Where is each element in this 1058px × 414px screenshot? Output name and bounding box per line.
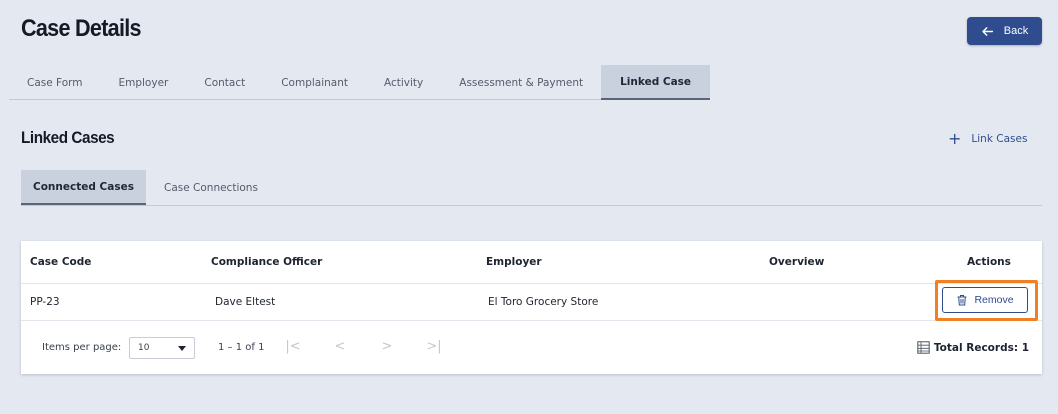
column-header-employer: Employer bbox=[486, 256, 542, 268]
tab-case-connections[interactable]: Case Connections bbox=[146, 170, 276, 205]
first-page-icon[interactable]: |< bbox=[283, 339, 303, 354]
main-tab-bar: Case Form Employer Contact Complainant A… bbox=[9, 65, 711, 100]
tab-activity[interactable]: Activity bbox=[366, 65, 441, 100]
paginator: Items per page: 10 1 – 1 of 1 |< < > >| … bbox=[21, 321, 1042, 374]
column-header-compliance-officer: Compliance Officer bbox=[211, 256, 323, 268]
arrow-left-icon bbox=[982, 26, 993, 36]
column-header-case-code: Case Code bbox=[30, 256, 92, 268]
back-button-label: Back bbox=[1003, 25, 1029, 37]
page-title: Case Details bbox=[21, 15, 142, 42]
next-page-icon[interactable]: > bbox=[377, 339, 397, 354]
trash-icon bbox=[957, 295, 967, 306]
tab-contact[interactable]: Contact bbox=[186, 65, 263, 100]
tab-employer[interactable]: Employer bbox=[100, 65, 186, 100]
items-per-page-value: 10 bbox=[138, 343, 150, 353]
back-button[interactable]: Back bbox=[967, 17, 1042, 45]
column-header-overview: Overview bbox=[769, 256, 825, 268]
section-title: Linked Cases bbox=[21, 128, 115, 147]
page-range-label: 1 – 1 of 1 bbox=[218, 342, 265, 353]
total-records-label: Total Records: 1 bbox=[933, 341, 1029, 354]
table-row: PP-23 Dave Eltest El Toro Grocery Store bbox=[21, 284, 1042, 321]
page-nav: |< < > >| bbox=[283, 339, 444, 354]
remove-button-label: Remove bbox=[974, 294, 1014, 306]
items-per-page-label: Items per page: bbox=[42, 342, 122, 353]
cell-employer: El Toro Grocery Store bbox=[488, 296, 599, 308]
linked-cases-table: Case Code Compliance Officer Employer Ov… bbox=[21, 241, 1042, 374]
table-header: Case Code Compliance Officer Employer Ov… bbox=[21, 241, 1042, 284]
link-cases-label: Link Cases bbox=[971, 133, 1028, 145]
cell-case-code: PP-23 bbox=[30, 296, 60, 308]
column-header-actions: Actions bbox=[967, 256, 1011, 268]
tab-connected-cases[interactable]: Connected Cases bbox=[21, 170, 146, 205]
remove-button[interactable]: Remove bbox=[942, 287, 1028, 313]
tab-case-form[interactable]: Case Form bbox=[9, 65, 100, 100]
tab-complainant[interactable]: Complainant bbox=[263, 65, 366, 100]
items-per-page-select[interactable]: 10 bbox=[129, 337, 195, 359]
cell-compliance-officer: Dave Eltest bbox=[215, 296, 276, 308]
link-cases-button[interactable]: + Link Cases bbox=[948, 129, 1027, 149]
table-list-icon bbox=[917, 341, 930, 354]
tab-assessment-payment[interactable]: Assessment & Payment bbox=[441, 65, 601, 100]
sub-tab-bar: Connected Cases Case Connections bbox=[21, 170, 1042, 206]
plus-icon: + bbox=[948, 129, 962, 148]
tab-linked-case[interactable]: Linked Case bbox=[601, 65, 711, 100]
total-records: Total Records: 1 bbox=[917, 321, 1029, 374]
prev-page-icon[interactable]: < bbox=[330, 339, 350, 354]
caret-down-icon bbox=[178, 345, 186, 351]
last-page-icon[interactable]: >| bbox=[424, 339, 444, 354]
